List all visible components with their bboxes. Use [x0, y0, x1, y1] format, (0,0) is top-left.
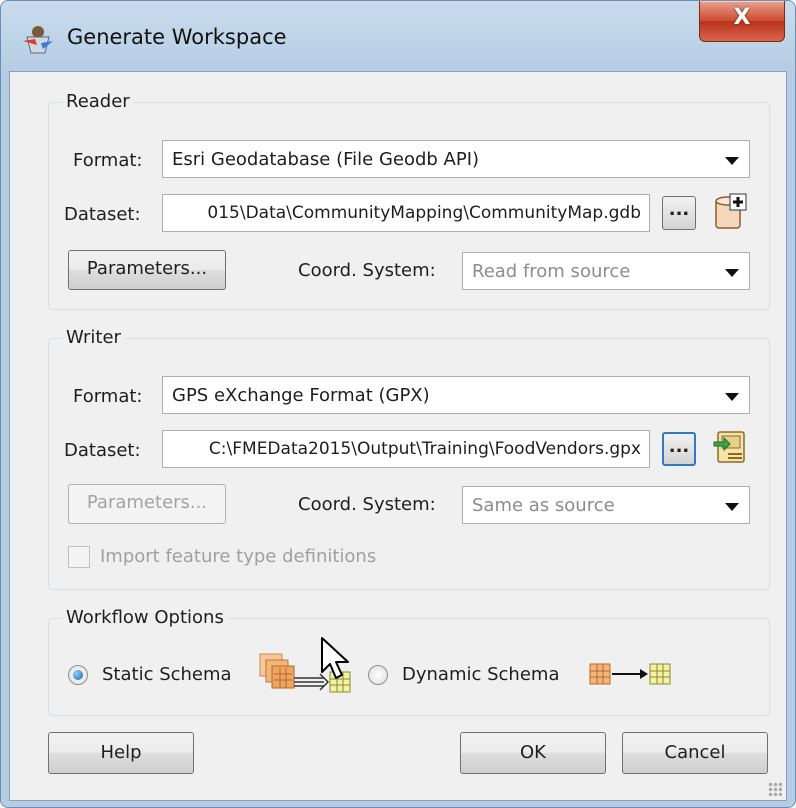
- chevron-down-icon: [725, 269, 739, 277]
- writer-browse-button[interactable]: ...: [662, 432, 696, 466]
- dialog-client-area: Reader Format: Esri Geodatabase (File Ge…: [9, 71, 787, 801]
- reader-parameters-button[interactable]: Parameters...: [68, 250, 226, 290]
- dynamic-schema-radio[interactable]: [368, 665, 388, 685]
- reader-format-label: Format:: [73, 150, 143, 171]
- writer-parameters-button[interactable]: Parameters...: [68, 484, 226, 524]
- writer-settings-icon[interactable]: [712, 428, 748, 466]
- writer-coord-label: Coord. System:: [298, 494, 436, 515]
- static-schema-label: Static Schema: [102, 664, 232, 685]
- window-title: Generate Workspace: [67, 25, 287, 49]
- writer-format-label: Format:: [73, 386, 143, 407]
- close-button[interactable]: X: [699, 1, 785, 42]
- reader-dataset-field[interactable]: 015\Data\CommunityMapping\CommunityMap.g…: [162, 194, 650, 232]
- add-dataset-icon[interactable]: [712, 192, 748, 230]
- reader-browse-button[interactable]: ...: [662, 196, 696, 230]
- writer-dataset-field[interactable]: C:\FMEData2015\Output\Training\FoodVendo…: [162, 430, 650, 468]
- import-feature-types-label: Import feature type definitions: [100, 546, 377, 567]
- fme-workspace-icon: [23, 26, 53, 54]
- writer-coord-select[interactable]: Same as source: [462, 486, 750, 524]
- dialog-window: Generate Workspace X Reader Format: Esri…: [0, 0, 796, 808]
- help-button[interactable]: Help: [48, 732, 194, 774]
- reader-coord-value: Read from source: [472, 261, 631, 282]
- writer-format-select[interactable]: GPS eXchange Format (GPX): [162, 376, 750, 414]
- writer-dataset-value: C:\FMEData2015\Output\Training\FoodVendo…: [208, 439, 641, 459]
- chevron-down-icon: [725, 503, 739, 511]
- ok-button[interactable]: OK: [460, 732, 606, 774]
- static-schema-radio[interactable]: [68, 665, 88, 685]
- reader-format-value: Esri Geodatabase (File Geodb API): [172, 149, 480, 170]
- close-icon: X: [733, 5, 751, 30]
- writer-group-title: Writer: [62, 327, 125, 348]
- reader-dataset-value: 015\Data\CommunityMapping\CommunityMap.g…: [207, 203, 641, 223]
- chevron-down-icon: [725, 393, 739, 401]
- reader-coord-label: Coord. System:: [298, 260, 436, 281]
- writer-dataset-label: Dataset:: [64, 440, 141, 461]
- cancel-button[interactable]: Cancel: [622, 732, 768, 774]
- dynamic-schema-icon: [589, 663, 671, 685]
- reader-format-select[interactable]: Esri Geodatabase (File Geodb API): [162, 140, 750, 178]
- reader-group-title: Reader: [62, 91, 134, 112]
- writer-coord-value: Same as source: [472, 495, 615, 516]
- title-bar[interactable]: Generate Workspace X: [1, 1, 795, 73]
- reader-dataset-label: Dataset:: [64, 204, 141, 225]
- import-feature-types-checkbox[interactable]: [68, 546, 90, 568]
- resize-grip[interactable]: [768, 782, 782, 796]
- reader-coord-select[interactable]: Read from source: [462, 252, 750, 290]
- chevron-down-icon: [725, 157, 739, 165]
- mouse-cursor-icon: [321, 637, 349, 679]
- writer-format-value: GPS eXchange Format (GPX): [172, 385, 430, 406]
- dynamic-schema-label: Dynamic Schema: [402, 664, 560, 685]
- workflow-group-title: Workflow Options: [62, 607, 228, 628]
